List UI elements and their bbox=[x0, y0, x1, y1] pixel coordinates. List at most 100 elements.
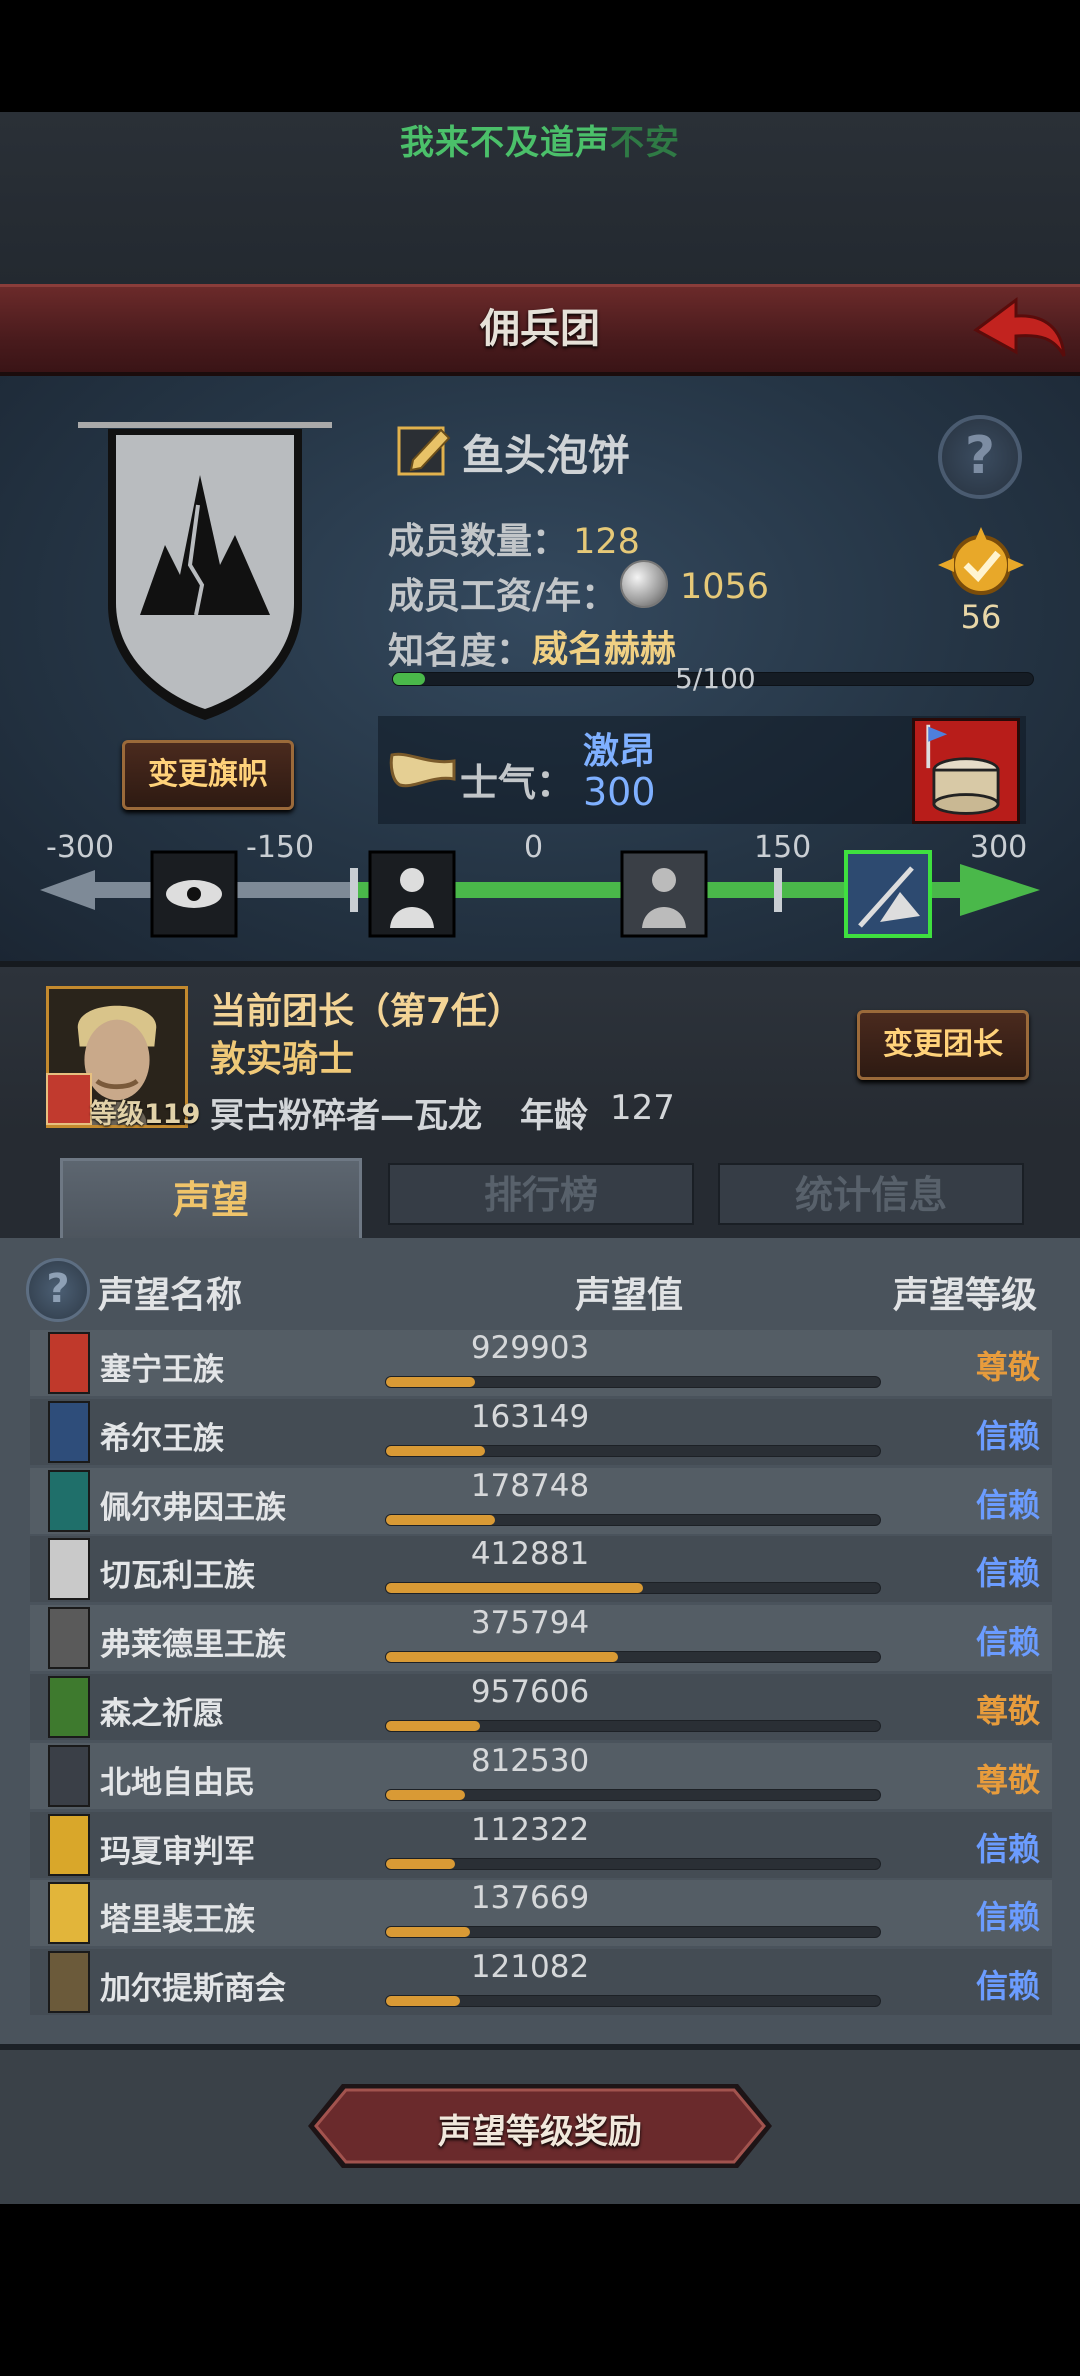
faction-reputation-level: 尊敬 bbox=[976, 1348, 1041, 1386]
faction-crest-icon bbox=[48, 1469, 90, 1532]
edit-name-icon[interactable] bbox=[395, 420, 455, 480]
faction-reputation-value: 112322 bbox=[470, 1811, 590, 1848]
salary-row: 成员工资/年： bbox=[388, 567, 617, 619]
faction-reputation-value: 163149 bbox=[470, 1398, 590, 1435]
change-leader-button[interactable]: 变更团长 bbox=[857, 1010, 1029, 1080]
faction-reputation-level: 信赖 bbox=[976, 1898, 1041, 1937]
faction-crest-icon bbox=[48, 1744, 90, 1807]
scale-label-150: 150 bbox=[754, 830, 812, 865]
faction-crest-icon bbox=[48, 1676, 90, 1738]
header-reputation-name: 声望名称 bbox=[98, 1275, 243, 1316]
header-reputation-level: 声望等级 bbox=[893, 1275, 1038, 1316]
faction-reputation-value: 137669 bbox=[470, 1880, 590, 1917]
fame-value: 威名赫赫 bbox=[532, 629, 677, 670]
faction-crest-icon bbox=[48, 1538, 90, 1601]
tab-ranking[interactable]: 排行榜 bbox=[388, 1163, 694, 1225]
fame-progress-fill bbox=[393, 673, 425, 685]
leader-level: 等级119 bbox=[90, 1099, 201, 1130]
reputation-row[interactable]: 加尔提斯商会 121082 信赖 bbox=[30, 1949, 1052, 2016]
scale-label-0: 0 bbox=[524, 830, 544, 865]
faction-name: 玛夏审判军 bbox=[100, 1833, 255, 1870]
fame-row: 知名度： bbox=[388, 622, 532, 674]
reputation-row[interactable]: 佩尔弗因王族 178748 信赖 bbox=[30, 1467, 1052, 1534]
reputation-progress-fill bbox=[386, 1721, 480, 1731]
morale-stage-4-icon bbox=[844, 850, 932, 938]
members-value: 128 bbox=[573, 522, 640, 562]
reputation-row[interactable]: 塔里裴王族 137669 信赖 bbox=[30, 1880, 1052, 1947]
war-drum-icon[interactable] bbox=[912, 718, 1020, 824]
leader-age-label: 年龄 bbox=[520, 1096, 588, 1136]
salary-label: 成员工资/年： bbox=[388, 576, 618, 617]
bottom-black-bar bbox=[0, 2204, 1080, 2376]
reputation-row[interactable]: 北地自由民 812530 尊敬 bbox=[30, 1742, 1052, 1809]
faction-name: 希尔王族 bbox=[100, 1420, 224, 1457]
reputation-progress-bar bbox=[385, 1857, 881, 1870]
reputation-progress-fill bbox=[386, 1858, 455, 1869]
faction-name: 加尔提斯商会 bbox=[100, 1971, 286, 2008]
leader-class-badge bbox=[46, 1073, 92, 1125]
marquee-text: 我来不及道声不安 bbox=[0, 115, 1080, 164]
faction-reputation-level: 信赖 bbox=[976, 1416, 1041, 1455]
back-arrow-icon[interactable] bbox=[968, 290, 1068, 370]
reputation-progress-fill bbox=[386, 1377, 475, 1387]
morale-stage-2-icon bbox=[368, 850, 456, 938]
help-icon[interactable]: ? bbox=[938, 415, 1022, 499]
change-flag-button[interactable]: 变更旗帜 bbox=[122, 740, 294, 810]
faction-reputation-value: 929903 bbox=[470, 1330, 590, 1366]
fame-progress-text: 5/100 bbox=[675, 662, 756, 695]
reputation-progress-fill bbox=[386, 1583, 643, 1594]
faction-reputation-level: 信赖 bbox=[976, 1554, 1041, 1593]
reputation-row[interactable]: 希尔王族 163149 信赖 bbox=[30, 1398, 1052, 1465]
reputation-row[interactable]: 玛夏审判军 112322 信赖 bbox=[30, 1811, 1052, 1878]
reputation-progress-fill bbox=[386, 1652, 618, 1663]
faction-crest-icon bbox=[48, 1332, 90, 1394]
faction-crest-icon bbox=[48, 1607, 90, 1670]
salary-value: 1056 bbox=[680, 567, 770, 607]
scale-label-300: 300 bbox=[970, 830, 1028, 865]
reputation-progress-fill bbox=[386, 1927, 470, 1938]
reputation-row[interactable]: 切瓦利王族 412881 信赖 bbox=[30, 1536, 1052, 1603]
faction-name: 弗莱德里王族 bbox=[100, 1627, 286, 1664]
faction-reputation-level: 信赖 bbox=[976, 1623, 1041, 1662]
reputation-row[interactable]: 森之祈愿 957606 尊敬 bbox=[30, 1674, 1052, 1740]
reputation-progress-fill bbox=[386, 1445, 485, 1456]
page-title: 佣兵团 bbox=[480, 306, 600, 352]
faction-crest-icon bbox=[48, 1400, 90, 1463]
faction-name: 佩尔弗因王族 bbox=[100, 1489, 286, 1526]
faction-name: 塞宁王族 bbox=[100, 1352, 224, 1388]
top-black-bar bbox=[0, 0, 1080, 112]
faction-reputation-level: 尊敬 bbox=[976, 1760, 1041, 1799]
members-label: 成员数量： bbox=[388, 521, 569, 562]
reputation-row[interactable]: 弗莱德里王族 375794 信赖 bbox=[30, 1605, 1052, 1672]
morale-state: 激昂 bbox=[583, 731, 656, 772]
leader-trait: 敦实骑士 bbox=[210, 1039, 355, 1080]
tab-reputation[interactable]: 声望 bbox=[60, 1158, 362, 1238]
silver-coin-icon bbox=[620, 560, 668, 608]
morale-stage-1-icon bbox=[150, 850, 238, 938]
fame-label: 知名度： bbox=[388, 631, 533, 672]
header-reputation-value: 声望值 bbox=[575, 1275, 684, 1316]
scale-label-neg300: -300 bbox=[46, 830, 115, 865]
marquee-bright: 我来不及道声 bbox=[400, 123, 610, 163]
leader-age: 127 bbox=[610, 1088, 675, 1128]
medal-icon[interactable] bbox=[936, 525, 1026, 605]
faction-name: 北地自由民 bbox=[100, 1764, 255, 1801]
faction-name: 塔里裴王族 bbox=[100, 1902, 255, 1939]
faction-reputation-level: 尊敬 bbox=[976, 1692, 1041, 1730]
guild-banner[interactable] bbox=[70, 415, 340, 735]
morale-stage-3-icon bbox=[620, 850, 708, 938]
faction-crest-icon bbox=[48, 1813, 90, 1876]
faction-reputation-value: 375794 bbox=[470, 1605, 590, 1642]
reputation-progress-fill bbox=[386, 1514, 495, 1525]
reputation-help-icon[interactable]: ? bbox=[26, 1258, 90, 1322]
guild-name: 鱼头泡饼 bbox=[462, 431, 631, 480]
leader-name: 冥古粉碎者—瓦龙 bbox=[210, 1096, 482, 1136]
reputation-progress-fill bbox=[386, 1789, 465, 1800]
faction-reputation-level: 信赖 bbox=[976, 1485, 1041, 1524]
reputation-reward-label: 声望等级奖励 bbox=[438, 2112, 642, 2152]
tab-statistics[interactable]: 统计信息 bbox=[718, 1163, 1024, 1225]
faction-reputation-level: 信赖 bbox=[976, 1829, 1041, 1868]
members-row: 成员数量： 128 bbox=[388, 512, 640, 564]
reputation-row[interactable]: 塞宁王族 929903 尊敬 bbox=[30, 1330, 1052, 1396]
faction-name: 切瓦利王族 bbox=[100, 1558, 255, 1595]
